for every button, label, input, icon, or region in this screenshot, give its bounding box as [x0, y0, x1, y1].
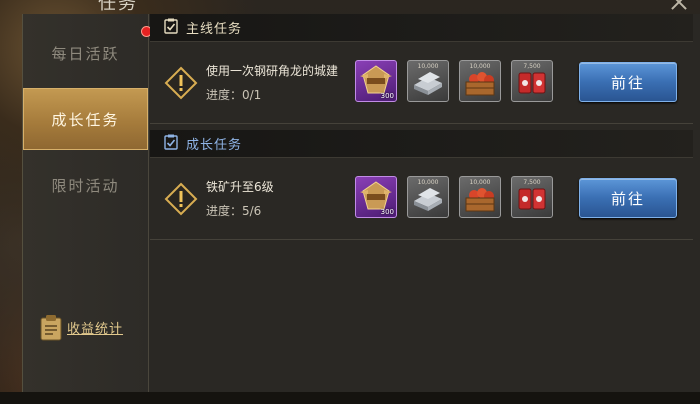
reward-steel[interactable]: 10,000 [407, 176, 449, 218]
income-stats-label: 收益统计 [67, 321, 124, 337]
alert-icon [164, 66, 198, 100]
food-crate-icon [460, 72, 500, 101]
reward-food[interactable]: 10,000 [459, 176, 501, 218]
tab-daily-active[interactable]: 每日活跃 [23, 22, 152, 84]
tab-limited-events[interactable]: 限时活动 [23, 154, 148, 216]
reward-count: 300 [380, 208, 394, 216]
task-panel: 每日活跃 成长任务 限时活动 收益统计 主线任务 使用一次钢研角龙的城建 进度：… [22, 14, 700, 392]
checklist-icon [164, 18, 178, 38]
go-button[interactable]: 前往 [579, 62, 677, 102]
sidebar: 每日活跃 成长任务 限时活动 收益统计 [23, 14, 152, 392]
go-button-label: 前往 [610, 73, 645, 92]
task-progress: 进度：5/6 [206, 204, 262, 218]
steel-ingot-icon [408, 188, 448, 217]
tab-label: 成长任务 [51, 110, 120, 129]
row-divider [150, 239, 693, 240]
reward-amount: 10,000 [469, 63, 491, 70]
steel-ingot-icon [408, 72, 448, 101]
income-stats-link[interactable]: 收益统计 [39, 314, 124, 341]
reward-food[interactable]: 10,000 [459, 60, 501, 102]
reward-oil[interactable]: 7,500 [511, 60, 553, 102]
food-crate-icon [460, 188, 500, 217]
reward-count: 300 [380, 92, 394, 100]
tab-label: 限时活动 [51, 176, 120, 195]
window-title: 任务 [98, 0, 138, 14]
reward-amount: 10,000 [417, 63, 439, 70]
task-list: 主线任务 使用一次钢研角龙的城建 进度：0/1 300 10,000 10,00… [150, 14, 700, 392]
checklist-icon [164, 134, 178, 154]
section-header-main: 主线任务 [150, 14, 693, 42]
oil-barrel-icon [512, 72, 552, 101]
go-button-label: 前往 [610, 189, 645, 208]
section-title: 主线任务 [186, 22, 243, 37]
chat-strip [0, 392, 700, 404]
tab-growth-tasks[interactable]: 成长任务 [23, 88, 148, 150]
reward-amount: 10,000 [469, 179, 491, 186]
section-header-growth: 成长任务 [150, 130, 693, 158]
reward-exp[interactable]: 300 [355, 60, 397, 102]
oil-barrel-icon [512, 188, 552, 217]
reward-oil[interactable]: 7,500 [511, 176, 553, 218]
reward-amount: 7,500 [523, 63, 541, 70]
alert-icon [164, 182, 198, 216]
tab-label: 每日活跃 [51, 44, 120, 63]
reward-exp[interactable]: 300 [355, 176, 397, 218]
task-row: 铁矿升至6级 进度：5/6 300 10,000 10,000 7,500 前往 [150, 158, 693, 240]
reward-steel[interactable]: 10,000 [407, 60, 449, 102]
row-divider [150, 123, 693, 124]
clipboard-icon [39, 314, 62, 341]
task-title: 使用一次钢研角龙的城建 [206, 64, 339, 78]
reward-amount: 7,500 [523, 179, 541, 186]
task-progress: 进度：0/1 [206, 88, 262, 102]
task-row: 使用一次钢研角龙的城建 进度：0/1 300 10,000 10,000 7,5… [150, 42, 693, 124]
section-title: 成长任务 [186, 138, 243, 153]
go-button[interactable]: 前往 [579, 178, 677, 218]
reward-amount: 10,000 [417, 179, 439, 186]
task-title: 铁矿升至6级 [206, 180, 274, 194]
